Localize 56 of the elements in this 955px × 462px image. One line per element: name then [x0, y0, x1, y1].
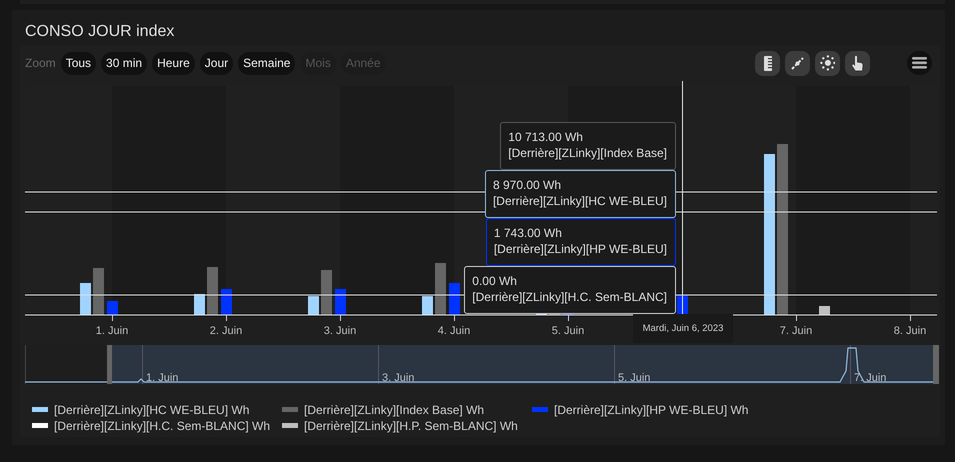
chart-bar	[221, 289, 232, 315]
chart-bar	[194, 294, 205, 315]
navigator-panel[interactable]	[25, 344, 939, 384]
chart-bar	[435, 263, 446, 315]
chart-bar	[80, 283, 91, 315]
tooltip-series: [Derrière][ZLinky][Index Base]	[508, 145, 667, 161]
sun-button[interactable]	[815, 50, 840, 76]
zoom-button[interactable]: 30 min	[101, 52, 148, 74]
legend-label[interactable]: [Derrière][ZLinky][H.P. Sem-BLANC] Wh	[304, 418, 518, 432]
chart-bar	[422, 296, 433, 315]
axis-label: 4. Juin	[438, 325, 470, 337]
hand-icon	[852, 55, 863, 71]
chart-bar	[207, 267, 218, 315]
legend-label[interactable]: [Derrière][ZLinky][HC WE-BLEU] Wh	[54, 402, 250, 416]
tooltip-series: [Derrière][ZLinky][H.C. Sem-BLANC]	[472, 289, 667, 305]
navigator-label: 7. Juin	[854, 372, 886, 384]
zoom-button[interactable]: Tous	[60, 52, 96, 74]
line-button[interactable]	[785, 50, 810, 76]
axis-label: 3. Juin	[324, 325, 356, 337]
zoom-button[interactable]: Jour	[200, 52, 234, 74]
hand-button[interactable]	[845, 50, 870, 76]
chart-bar	[335, 289, 346, 315]
sun-icon	[820, 55, 836, 71]
chart-bar	[819, 306, 830, 315]
chart-bar	[107, 301, 118, 315]
ruler-icon	[764, 56, 772, 70]
tooltip-value: 1 743.00 Wh	[494, 225, 563, 241]
axis-label: 2. Juin	[210, 325, 242, 337]
tooltip-value: 0.00 Wh	[472, 273, 518, 289]
zoom-button[interactable]: Heure	[152, 52, 195, 74]
chart-bar	[321, 270, 332, 315]
legend-label[interactable]: [Derrière][ZLinky][H.C. Sem-BLANC] Wh	[54, 418, 270, 432]
legend-label[interactable]: [Derrière][ZLinky][HP WE-BLEU] Wh	[554, 402, 748, 416]
chart-bar	[449, 283, 460, 315]
legend-label[interactable]: [Derrière][ZLinky][Index Base] Wh	[304, 402, 484, 416]
tooltip-series: [Derrière][ZLinky][HC WE-BLEU]	[492, 193, 667, 209]
chart-bar	[308, 296, 319, 315]
date-tooltip: Mardi, Juin 6, 2023	[633, 314, 733, 343]
tooltip-value: 10 713.00 Wh	[508, 129, 584, 145]
zoom-label: Zoom	[25, 56, 56, 70]
axis-label: 1. Juin	[96, 325, 128, 337]
axis-label: 5. Juin	[552, 325, 584, 337]
navigator-label: 1. Juin	[146, 372, 178, 384]
menu-icon	[912, 57, 927, 69]
tooltip-value: 8 970.00 Wh	[492, 177, 562, 193]
axis-label: 8. Juin	[894, 325, 926, 337]
line-icon	[791, 56, 804, 70]
chart-bar	[93, 268, 104, 315]
menu-button[interactable]	[907, 51, 932, 75]
card-title: CONSO JOUR index	[24, 22, 176, 42]
ruler-button[interactable]	[755, 50, 780, 76]
navigator-label: 5. Juin	[618, 372, 650, 384]
zoom-button[interactable]: Semaine	[238, 52, 296, 74]
axis-label: 7. Juin	[780, 325, 812, 337]
tooltip-series: [Derrière][ZLinky][HP WE-BLEU]	[494, 241, 667, 257]
navigator-label: 3. Juin	[382, 372, 414, 384]
